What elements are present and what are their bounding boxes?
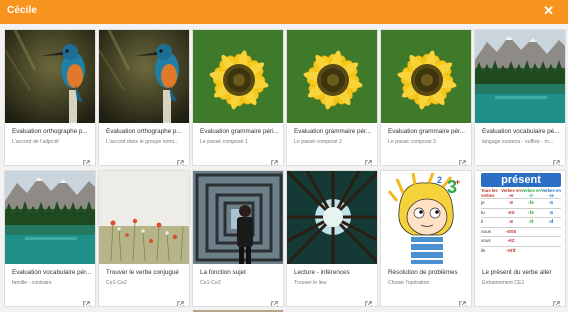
open-in-new-icon[interactable] [271, 295, 278, 306]
tunnel-thumbnail[interactable] [193, 171, 283, 264]
svg-text:+: + [455, 177, 460, 187]
svg-text:2: 2 [437, 175, 442, 185]
card-title[interactable]: Évaluation orthographe p... [106, 128, 186, 135]
open-in-new-icon[interactable] [459, 154, 466, 165]
card-title[interactable]: Le présent du verbe aller [482, 269, 562, 276]
present-table-row: tu -es -is -s [481, 207, 561, 218]
card-title[interactable]: Évaluation grammaire pér... [294, 128, 374, 135]
card-subtitle: Le passé composé 3 [388, 139, 436, 145]
card-subtitle: Le passé composé 2 [294, 139, 342, 145]
present-row-label: Tous les verbes [481, 188, 498, 198]
exercise-card[interactable]: Trouver le verbe conjugué Ce1-Ce2 [98, 170, 190, 307]
sunflower-thumbnail[interactable] [193, 30, 283, 123]
card-title[interactable]: Résolution de problèmes [388, 269, 468, 276]
open-in-new-icon[interactable] [83, 154, 90, 165]
exercise-card[interactable]: 3 + 2 Résolution de problèmes Choisir l'o… [380, 170, 472, 307]
card-title[interactable]: Évaluation vocabulaire pé... [482, 128, 562, 135]
kingfisher-thumbnail[interactable] [99, 30, 189, 123]
card-subtitle: Ce1-Ce2 [106, 280, 127, 286]
exercise-card[interactable]: Évaluation grammaire pér... Le passé comp… [286, 29, 378, 166]
present-table-row: vous -ez [481, 236, 561, 246]
card-subtitle: Entrainement CE1 [482, 280, 525, 286]
exercise-card[interactable]: Lecture - inférences Trouver le lieu [286, 170, 378, 307]
present-table-row: ils -ent [481, 245, 561, 256]
open-in-new-icon[interactable] [177, 295, 184, 306]
card-grid: Évaluation orthographe p... L'accord de l… [4, 29, 566, 307]
exercise-card[interactable]: Évaluation vocabulaire pé... langage sout… [474, 29, 566, 166]
present-col-header: Verbes en -re [541, 188, 561, 198]
open-in-new-icon[interactable] [271, 154, 278, 165]
open-in-new-icon[interactable] [365, 154, 372, 165]
card-title[interactable]: Évaluation vocabulaire pér... [12, 269, 92, 276]
kingfisher-thumbnail[interactable] [5, 30, 95, 123]
card-gallery: Évaluation orthographe p... L'accord de l… [0, 24, 568, 312]
open-in-new-icon[interactable] [553, 154, 560, 165]
card-title[interactable]: Évaluation grammaire péri... [200, 128, 280, 135]
app-header: Cécile ✕ [0, 0, 568, 24]
card-subtitle: Trouver le lieu [294, 280, 327, 286]
sunflower-thumbnail[interactable] [381, 30, 471, 123]
exercise-card[interactable]: Évaluation grammaire pér... Le passé comp… [380, 29, 472, 166]
exercise-card[interactable]: La fonction sujet Ce1-Ce2 [192, 170, 284, 307]
sunflower-thumbnail[interactable] [287, 30, 377, 123]
card-subtitle: Choisir l'opération [388, 280, 430, 286]
lake-thumbnail[interactable] [5, 171, 95, 264]
card-subtitle: famille - contraire [12, 280, 52, 286]
card-subtitle: Le passé composé 1 [200, 139, 248, 145]
exercise-card[interactable]: Évaluation orthographe p... L'accord dans… [98, 29, 190, 166]
present-thumbnail[interactable]: présent Tous les verbes Verbes en -er Verbe… [475, 171, 565, 264]
present-table-row: je -e -is -s [481, 198, 561, 208]
open-in-new-icon[interactable] [83, 295, 90, 306]
flowers-thumbnail[interactable] [99, 171, 189, 264]
exercise-card[interactable]: présent Tous les verbes Verbes en -er Verbe… [474, 170, 566, 307]
present-chart-heading: présent [481, 173, 561, 187]
forest-thumbnail[interactable] [287, 171, 377, 264]
card-subtitle: L'accord dans le groupe nomi... [106, 139, 179, 145]
exercise-card[interactable]: Évaluation grammaire péri... Le passé com… [192, 29, 284, 166]
present-table-row: nous -ons [481, 226, 561, 237]
exercise-card[interactable]: Évaluation orthographe p... L'accord de l… [4, 29, 96, 166]
card-title[interactable]: La fonction sujet [200, 269, 280, 276]
open-in-new-icon[interactable] [177, 154, 184, 165]
card-subtitle: Ce1-Ce2 [200, 280, 221, 286]
cartoon-thumbnail[interactable]: 3 + 2 [381, 171, 471, 264]
open-in-new-icon[interactable] [553, 295, 560, 306]
card-title[interactable]: Évaluation grammaire pér... [388, 128, 468, 135]
present-table-row: il -e -it -d [481, 217, 561, 227]
header-title: Cécile [7, 5, 38, 16]
card-subtitle: L'accord de l'adjectif [12, 139, 59, 145]
open-in-new-icon[interactable] [365, 295, 372, 306]
present-col-header: Verbes en -er [501, 188, 521, 198]
present-col-header: Verbes en -ir [521, 188, 541, 198]
card-subtitle: langage soutenu - suffixe - m... [482, 139, 554, 145]
lake-thumbnail[interactable] [475, 30, 565, 123]
close-icon[interactable]: ✕ [543, 3, 554, 19]
present-conjugation-table: Tous les verbes Verbes en -er Verbes en -i… [481, 188, 561, 256]
open-in-new-icon[interactable] [459, 295, 466, 306]
exercise-card[interactable]: Évaluation vocabulaire pér... famille - c… [4, 170, 96, 307]
card-title[interactable]: Évaluation orthographe p... [12, 128, 92, 135]
card-title[interactable]: Trouver le verbe conjugué [106, 269, 186, 276]
card-title[interactable]: Lecture - inférences [294, 269, 374, 276]
